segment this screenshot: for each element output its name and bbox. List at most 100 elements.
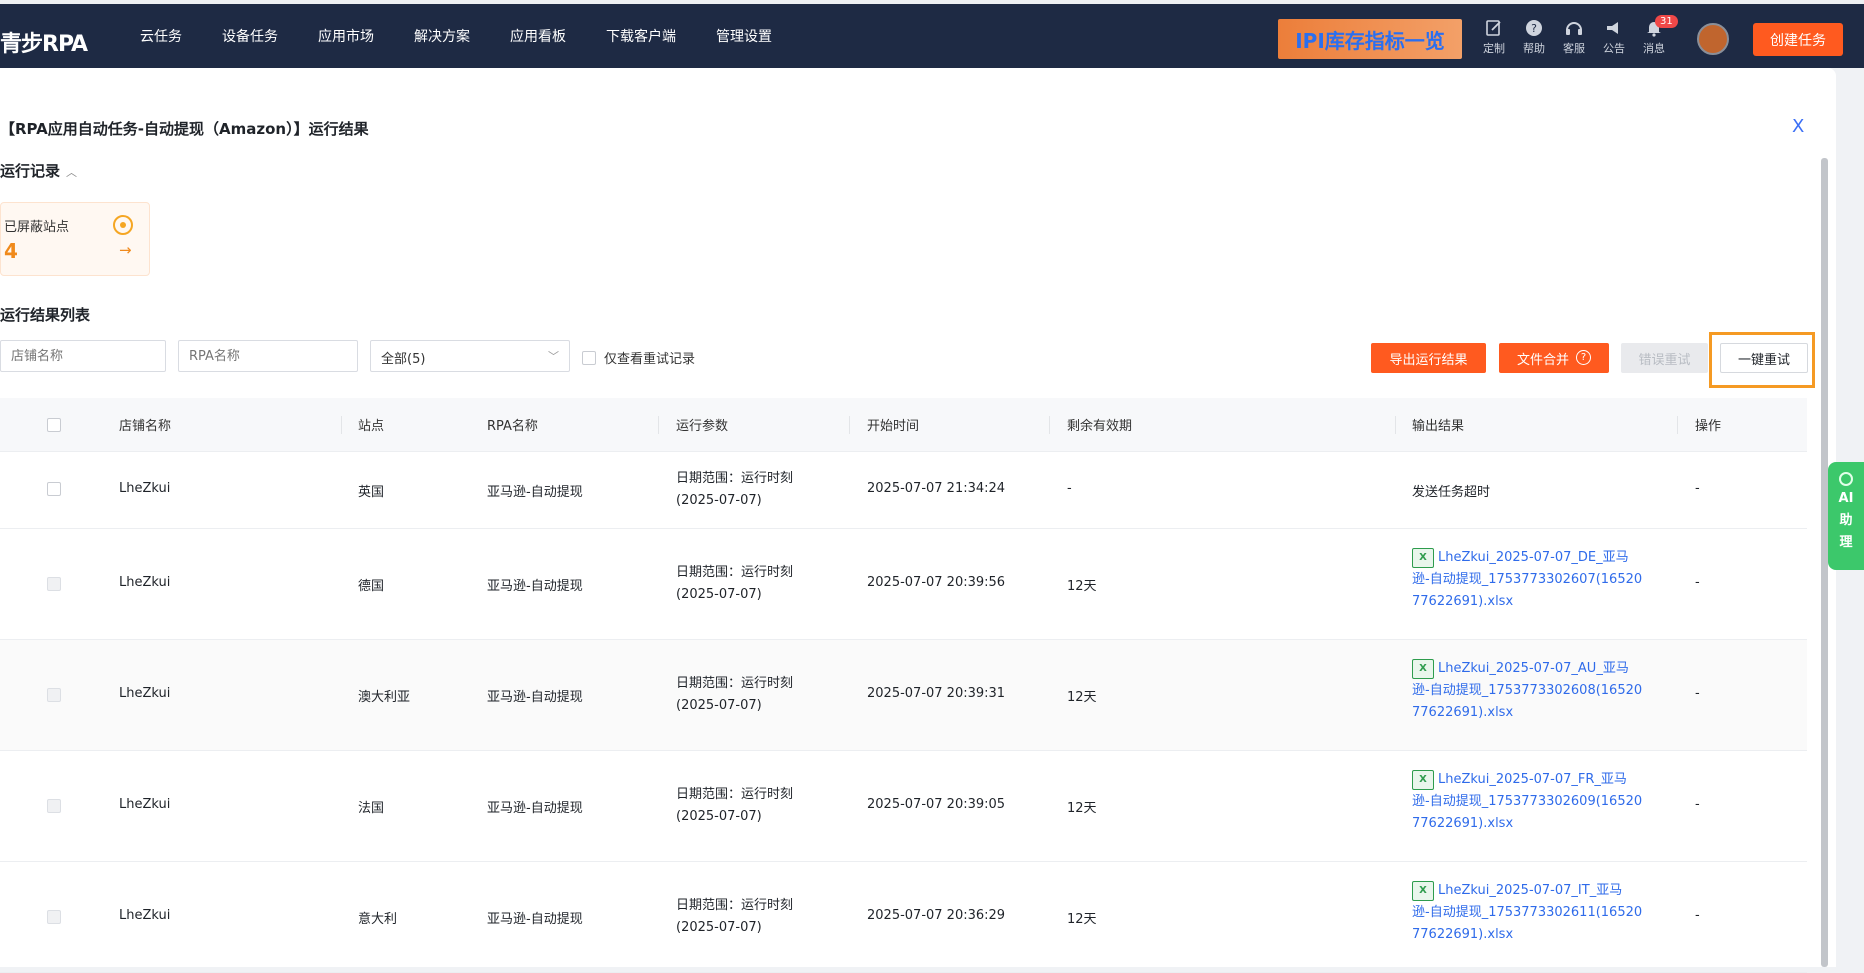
svg-text:?: ? — [1531, 22, 1537, 35]
row-checkbox[interactable] — [47, 482, 61, 496]
param-date: (2025-07-07) — [676, 587, 762, 602]
col-site: 站点 — [358, 419, 385, 434]
export-results-button[interactable]: 导出运行结果 — [1371, 343, 1486, 373]
cell-actions: - — [1695, 575, 1700, 590]
ai-assistant-tab[interactable]: AI助理 — [1828, 462, 1864, 570]
chat-bubble-icon — [1839, 472, 1853, 486]
blocked-sites-count: 4 — [4, 239, 18, 263]
tool-support-label: 客服 — [1563, 42, 1585, 55]
tool-announcement-label: 公告 — [1603, 42, 1625, 55]
cell-remaining: 12天 — [1067, 690, 1097, 705]
store-name-input[interactable] — [0, 340, 166, 372]
cell-start: 2025-07-07 20:36:29 — [867, 908, 1006, 923]
file-name-part1: LheZkui_2025-07-07_AU_亚马 — [1438, 661, 1629, 676]
cell-params: 日期范围：运行时刻 (2025-07-07) — [676, 784, 793, 828]
output-file-link[interactable]: X LheZkui_2025-07-07_IT_亚马 逊-自动提现_17537733… — [1412, 880, 1662, 946]
create-task-button[interactable]: 创建任务 — [1753, 23, 1843, 56]
blocked-sites-card[interactable]: 已屏蔽站点 4 → — [0, 202, 150, 276]
row-checkbox[interactable] — [47, 577, 61, 591]
col-start-time: 开始时间 — [867, 419, 920, 434]
ipi-banner[interactable]: IPI库存指标一览 — [1278, 19, 1462, 59]
run-record-header[interactable]: 运行记录 ︿ — [0, 160, 77, 181]
file-name-part3: 77622691).xlsx — [1412, 705, 1514, 720]
tool-messages[interactable]: 31 消息 — [1639, 15, 1678, 56]
app-logo[interactable]: 青步RPA — [0, 26, 88, 58]
col-output: 输出结果 — [1412, 419, 1465, 434]
status-select[interactable]: 全部(5) ﹀ — [370, 340, 570, 372]
nav-app-dashboard[interactable]: 应用看板 — [510, 26, 566, 46]
row-checkbox[interactable] — [47, 799, 61, 813]
cell-store: LheZkui — [119, 481, 171, 496]
param-range: 日期范围：运行时刻 — [676, 471, 794, 486]
column-divider — [1677, 416, 1678, 434]
rpa-name-input[interactable] — [178, 340, 358, 372]
table-row: LheZkui 澳大利亚 亚马逊-自动提现 日期范围：运行时刻 (2025-07-… — [0, 640, 1807, 751]
nav-management-settings[interactable]: 管理设置 — [716, 26, 772, 46]
param-range: 日期范围：运行时刻 — [676, 898, 794, 913]
error-retry-button[interactable]: 错误重试 — [1621, 343, 1708, 373]
table-row: LheZkui 意大利 亚马逊-自动提现 日期范围：运行时刻 (2025-07-0… — [0, 862, 1807, 973]
nav-app-market[interactable]: 应用市场 — [318, 26, 374, 46]
chevron-down-icon: ﹀ — [548, 350, 559, 363]
message-count-badge: 31 — [1655, 15, 1678, 28]
col-remaining: 剩余有效期 — [1067, 419, 1133, 434]
tool-customize[interactable]: 定制 — [1479, 19, 1509, 56]
cell-params: 日期范围：运行时刻 (2025-07-07) — [676, 673, 793, 717]
cell-rpa: 亚马逊-自动提现 — [487, 912, 583, 927]
param-date: (2025-07-07) — [676, 809, 762, 824]
nav-cloud-tasks[interactable]: 云任务 — [140, 26, 182, 46]
row-checkbox[interactable] — [47, 910, 61, 924]
cell-site: 意大利 — [358, 912, 398, 927]
cell-start: 2025-07-07 20:39:05 — [867, 797, 1006, 812]
vertical-scrollbar[interactable] — [1821, 158, 1828, 967]
file-name-part2: 逊-自动提现_1753773302611(16520 — [1412, 905, 1643, 920]
output-file-link[interactable]: X LheZkui_2025-07-07_DE_亚马 逊-自动提现_17537733… — [1412, 547, 1662, 613]
table-row: LheZkui 德国 亚马逊-自动提现 日期范围：运行时刻 (2025-07-07… — [0, 529, 1807, 640]
cell-remaining: 12天 — [1067, 912, 1097, 927]
param-range: 日期范围：运行时刻 — [676, 565, 794, 580]
cell-start: 2025-07-07 21:34:24 — [867, 481, 1006, 496]
nav-solutions[interactable]: 解决方案 — [414, 26, 470, 46]
column-divider — [1049, 416, 1050, 434]
table-header: 店铺名称 站点 RPA名称 运行参数 开始时间 剩余有效期 输出结果 操作 — [0, 398, 1807, 452]
user-avatar[interactable] — [1697, 23, 1729, 55]
table-row: LheZkui 法国 亚马逊-自动提现 日期范围：运行时刻 (2025-07-07… — [0, 751, 1807, 862]
help-circle-icon[interactable]: ? — [1576, 350, 1591, 365]
nav-download-client[interactable]: 下载客户端 — [606, 26, 676, 46]
file-name-part1: LheZkui_2025-07-07_IT_亚马 — [1438, 883, 1623, 898]
cell-actions: - — [1695, 686, 1700, 701]
result-list-title: 运行结果列表 — [0, 306, 91, 324]
excel-file-icon: X — [1412, 547, 1434, 568]
select-all-checkbox[interactable] — [47, 418, 61, 432]
status-select-value: 全部(5) — [381, 352, 426, 367]
cell-actions: - — [1695, 481, 1700, 496]
cell-store: LheZkui — [119, 575, 171, 590]
customize-icon — [1486, 20, 1501, 36]
row-checkbox[interactable] — [47, 688, 61, 702]
col-params: 运行参数 — [676, 419, 729, 434]
retry-only-filter[interactable]: 仅查看重试记录 — [582, 348, 695, 367]
chevron-up-icon: ︿ — [66, 166, 78, 179]
param-date: (2025-07-07) — [676, 698, 762, 713]
tool-messages-label: 消息 — [1643, 42, 1665, 55]
output-file-link[interactable]: X LheZkui_2025-07-07_FR_亚马 逊-自动提现_17537733… — [1412, 769, 1662, 835]
cell-params: 日期范围：运行时刻 (2025-07-07) — [676, 562, 793, 606]
table-row: LheZkui 英国 亚马逊-自动提现 日期范围：运行时刻 (2025-07-07… — [0, 452, 1807, 529]
output-file-link[interactable]: X LheZkui_2025-07-07_AU_亚马 逊-自动提现_17537733… — [1412, 658, 1662, 724]
support-icon — [1566, 22, 1582, 35]
target-icon — [113, 215, 133, 235]
nav-device-tasks[interactable]: 设备任务 — [222, 26, 278, 46]
tool-support[interactable]: 客服 — [1559, 19, 1589, 56]
tool-help[interactable]: ? 帮助 — [1519, 19, 1549, 56]
cell-result: 发送任务超时 — [1412, 485, 1491, 500]
cell-site: 法国 — [358, 801, 385, 816]
param-range: 日期范围：运行时刻 — [676, 676, 794, 691]
param-range: 日期范围：运行时刻 — [676, 787, 794, 802]
file-name-part2: 逊-自动提现_1753773302609(16520 — [1412, 794, 1643, 809]
retry-only-checkbox[interactable] — [582, 350, 596, 365]
cell-site: 德国 — [358, 579, 385, 594]
merge-files-button[interactable]: 文件合并 — [1499, 343, 1609, 373]
close-icon[interactable]: X — [1792, 116, 1804, 137]
tool-announcement[interactable]: 公告 — [1599, 19, 1629, 56]
cell-rpa: 亚马逊-自动提现 — [487, 485, 583, 500]
